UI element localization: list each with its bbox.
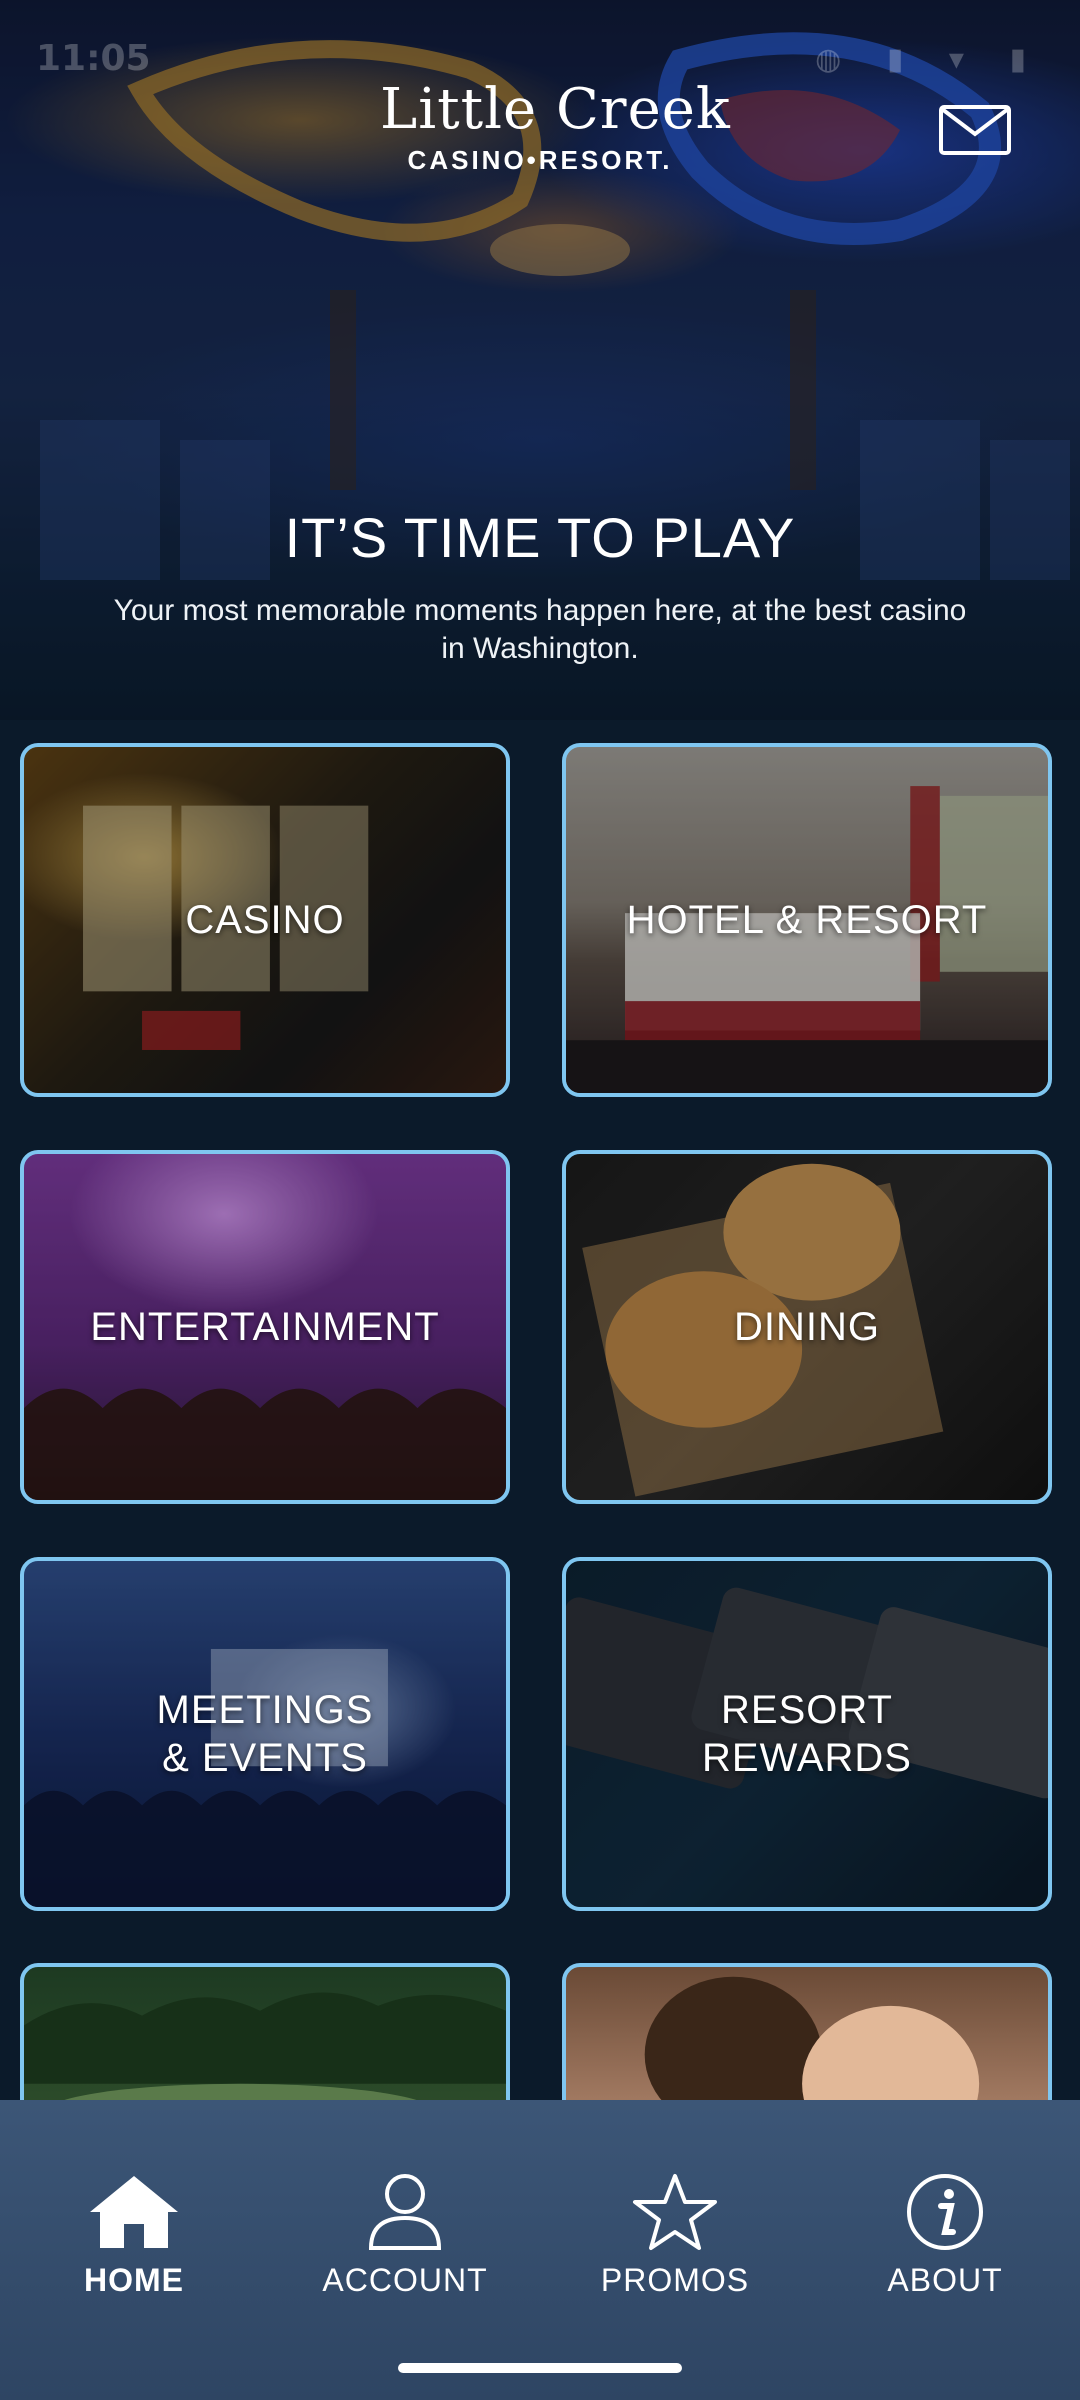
tile-hotel-resort[interactable]: HOTEL & RESORT	[562, 743, 1052, 1097]
tile-dining[interactable]: DINING	[562, 1150, 1052, 1504]
tile-label: CASINO	[185, 898, 345, 942]
home-screen: 11:05 ◍ ▮ ▾ ▮ Little Creek CASINO•RESORT…	[0, 0, 1080, 2400]
tile-label: MEETINGS & EVENTS	[156, 1688, 374, 1780]
nav-label: PROMOS	[600, 2262, 750, 2298]
info-icon	[907, 2174, 983, 2250]
tile-label: HOTEL & RESORT	[626, 898, 988, 942]
home-indicator[interactable]	[398, 2363, 682, 2373]
tile-resort-rewards[interactable]: RESORT REWARDS	[562, 1557, 1052, 1911]
person-icon	[368, 2174, 442, 2250]
tile-label: DINING	[734, 1305, 880, 1349]
home-icon	[90, 2176, 178, 2248]
nav-about[interactable]: ABOUT	[835, 2172, 1055, 2342]
nav-account[interactable]: ACCOUNT	[295, 2172, 515, 2342]
nav-home[interactable]: HOME	[24, 2172, 244, 2342]
nav-label: ABOUT	[887, 2262, 1003, 2298]
tile-meetings-events[interactable]: MEETINGS & EVENTS	[20, 1557, 510, 1911]
nav-label: HOME	[84, 2262, 184, 2298]
category-grid: CASINO HOTEL & RESORT ENTERTAINMENT DINI…	[0, 0, 1080, 2400]
tile-label: RESORT REWARDS	[702, 1688, 912, 1780]
nav-promos[interactable]: PROMOS	[565, 2172, 785, 2342]
bottom-navigation: HOME ACCOUNT PROMOS ABOUT	[0, 2100, 1080, 2400]
star-icon	[633, 2174, 717, 2250]
tile-entertainment[interactable]: ENTERTAINMENT	[20, 1150, 510, 1504]
nav-label: ACCOUNT	[322, 2262, 488, 2298]
tile-casino[interactable]: CASINO	[20, 743, 510, 1097]
tile-label: ENTERTAINMENT	[90, 1305, 440, 1349]
